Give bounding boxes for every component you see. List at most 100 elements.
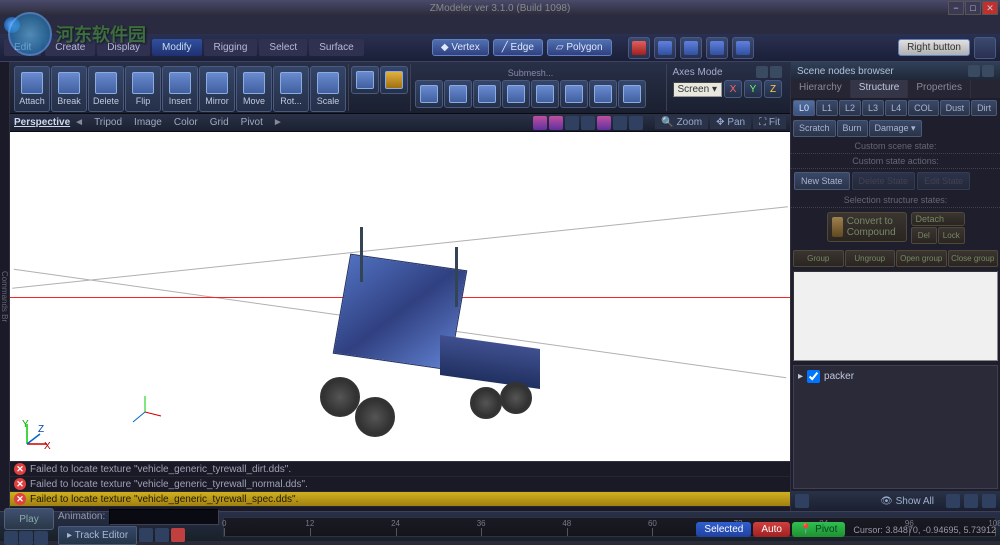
tab-structure[interactable]: Structure [851, 80, 909, 98]
aux-tool-2[interactable] [380, 66, 408, 94]
pan-button[interactable]: ✥ Pan [710, 116, 751, 129]
zoom-button[interactable]: 🔍 Zoom [655, 116, 708, 129]
vh-icon-2[interactable] [549, 116, 563, 130]
vh-icon-4[interactable] [581, 116, 595, 130]
pb-icon-1[interactable] [4, 531, 18, 545]
submesh-tool-5[interactable] [560, 80, 588, 108]
lod-dirt[interactable]: Dirt [971, 100, 997, 116]
detach-button[interactable]: Detach [911, 212, 965, 226]
menu-tab-select[interactable]: Select [259, 39, 307, 56]
tab-properties[interactable]: Properties [908, 80, 971, 98]
submesh-tool-6[interactable] [589, 80, 617, 108]
panel-close-icon[interactable] [982, 65, 994, 77]
lod-l0[interactable]: L0 [793, 100, 815, 116]
menu-tab-rigging[interactable]: Rigging [204, 39, 258, 56]
scene-tree[interactable]: ▸packer [793, 365, 998, 489]
tool-mirror[interactable]: Mirror [199, 66, 235, 112]
axis-y-icon[interactable]: Y [744, 80, 762, 98]
tool-icon-3[interactable] [680, 37, 702, 59]
view-grid[interactable]: Grid [210, 117, 229, 128]
tool-icon-1[interactable] [628, 37, 650, 59]
axes-select[interactable]: Screen ▾ [673, 82, 723, 97]
minimize-button[interactable]: − [948, 1, 964, 15]
lod-dust[interactable]: Dust [940, 100, 971, 116]
grp-group[interactable]: Group [793, 250, 844, 267]
damage-damage[interactable]: Damage ▾ [869, 120, 922, 137]
view-prev[interactable]: ◄ [74, 117, 84, 128]
damage-scratch[interactable]: Scratch [793, 120, 836, 137]
vh-icon-3[interactable] [565, 116, 579, 130]
maximize-button[interactable]: □ [965, 1, 981, 15]
view-tripod[interactable]: Tripod [94, 117, 122, 128]
tree-checkbox[interactable] [807, 370, 820, 383]
vh-icon-5[interactable] [597, 116, 611, 130]
damage-burn[interactable]: Burn [837, 120, 868, 137]
axes-close-icon[interactable] [770, 66, 782, 78]
vertex-mode[interactable]: ◆ Vertex [432, 39, 489, 56]
submesh-tool-4[interactable] [531, 80, 559, 108]
fit-button[interactable]: ⛶ Fit [753, 116, 786, 129]
left-dock-strip[interactable]: Commands Br [0, 62, 10, 511]
aux-tool-1[interactable] [351, 66, 379, 94]
grp-open-group[interactable]: Open group [896, 250, 947, 267]
tool-icon-5[interactable] [732, 37, 754, 59]
lod-l3[interactable]: L3 [862, 100, 884, 116]
status-pivot[interactable]: 📍 Pivot [792, 522, 845, 537]
grp-close-group[interactable]: Close group [948, 250, 999, 267]
menu-tab-surface[interactable]: Surface [309, 39, 363, 56]
lod-l4[interactable]: L4 [885, 100, 907, 116]
tool-move[interactable]: Move [236, 66, 272, 112]
expand-icon[interactable]: ▸ [798, 371, 803, 382]
status-selected[interactable]: Selected [696, 522, 751, 537]
tool-flip[interactable]: Flip [125, 66, 161, 112]
tool-delete[interactable]: Delete [88, 66, 124, 112]
view-mode[interactable]: Perspective [14, 117, 70, 128]
submesh-tool-0[interactable] [415, 80, 443, 108]
axis-x-icon[interactable]: X [724, 80, 742, 98]
panel-pin-icon[interactable] [968, 65, 980, 77]
del-button[interactable]: Del [911, 227, 938, 244]
bs-icon-3[interactable] [964, 494, 978, 508]
edge-mode[interactable]: ╱ Edge [493, 39, 543, 56]
axes-pin-icon[interactable] [756, 66, 768, 78]
tool-break[interactable]: Break [51, 66, 87, 112]
vh-icon-6[interactable] [613, 116, 627, 130]
track-editor-button[interactable]: ▸ Track Editor [58, 526, 137, 545]
te-icon-1[interactable] [139, 528, 153, 542]
bs-icon[interactable] [795, 494, 809, 508]
viewport-3d[interactable]: Y X Z [10, 132, 790, 461]
play-button[interactable]: Play [4, 508, 54, 530]
bs-icon-4[interactable] [982, 494, 996, 508]
vh-icon-1[interactable] [533, 116, 547, 130]
console-line-selected[interactable]: ✕Failed to locate texture "vehicle_gener… [10, 492, 790, 507]
lod-col[interactable]: COL [908, 100, 939, 116]
view-next[interactable]: ► [273, 117, 283, 128]
right-button-label[interactable]: Right button [898, 39, 970, 56]
grp-ungroup[interactable]: Ungroup [845, 250, 896, 267]
tool-icon-4[interactable] [706, 37, 728, 59]
view-pivot[interactable]: Pivot [241, 117, 263, 128]
lod-l1[interactable]: L1 [816, 100, 838, 116]
rb-icon-1[interactable] [974, 37, 996, 59]
polygon-mode[interactable]: ▱ Polygon [547, 39, 612, 56]
pb-icon-2[interactable] [19, 531, 33, 545]
convert-compound-button[interactable]: Convert to Compound [827, 212, 907, 242]
submesh-tool-7[interactable] [618, 80, 646, 108]
axis-z-icon[interactable]: Z [764, 80, 782, 98]
view-color[interactable]: Color [174, 117, 198, 128]
pb-icon-3[interactable] [34, 531, 48, 545]
vh-icon-7[interactable] [629, 116, 643, 130]
tool-icon-2[interactable] [654, 37, 676, 59]
submesh-tool-3[interactable] [502, 80, 530, 108]
tool-scale[interactable]: Scale [310, 66, 346, 112]
bs-icon-2[interactable] [946, 494, 960, 508]
lock-button[interactable]: Lock [938, 227, 965, 244]
submesh-tool-2[interactable] [473, 80, 501, 108]
view-image[interactable]: Image [134, 117, 162, 128]
status-auto[interactable]: Auto [753, 522, 790, 537]
tab-hierarchy[interactable]: Hierarchy [791, 80, 851, 98]
te-icon-2[interactable] [155, 528, 169, 542]
menu-tab-modify[interactable]: Modify [152, 39, 201, 56]
show-all-button[interactable]: 👁 Show All [872, 494, 942, 509]
lod-l2[interactable]: L2 [839, 100, 861, 116]
